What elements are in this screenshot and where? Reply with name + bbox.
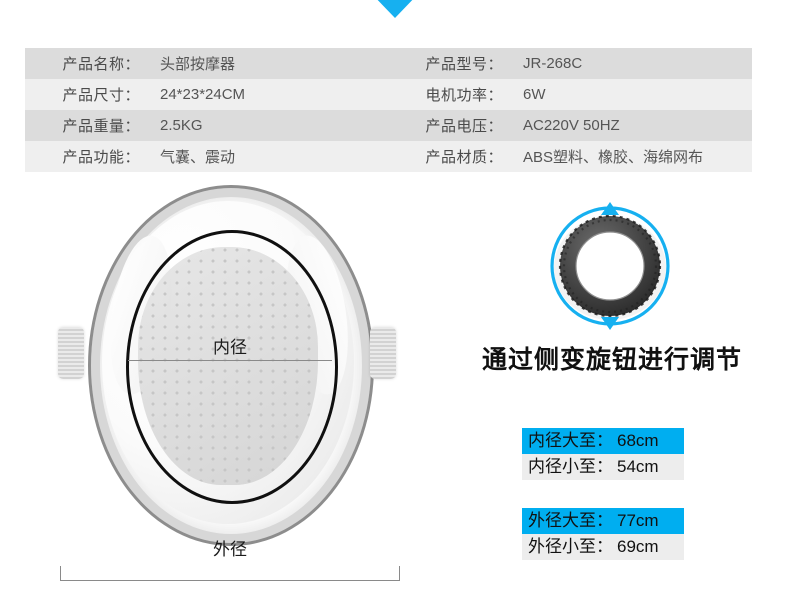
inner-diameter-label: 内径 (213, 338, 247, 357)
measurement-row: 内径小至： 54cm (522, 454, 684, 480)
measurement-value: 77cm (617, 511, 659, 530)
column-gap (365, 79, 383, 110)
measurement-label: 内径大至： (528, 431, 613, 450)
spec-label: 产品电压： (383, 110, 513, 141)
outer-diameter-dimension (60, 563, 400, 581)
spec-label: 电机功率： (383, 79, 513, 110)
side-knob-left[interactable] (58, 327, 84, 379)
adjustment-knob-illustration (525, 192, 695, 337)
spec-value: 2.5KG (150, 110, 365, 141)
knob-caption: 通过侧变旋钮进行调节 (481, 346, 742, 374)
dimension-tick-left (60, 566, 61, 581)
measurement-label: 外径大至： (528, 511, 613, 530)
spec-value: 6W (513, 79, 752, 110)
spec-value: ABS塑料、橡胶、海绵网布 (513, 141, 752, 172)
measurement-value: 68cm (617, 431, 659, 450)
knob-graphic (550, 202, 670, 330)
measurement-label: 内径小至： (528, 457, 613, 476)
table-row: 产品重量： 2.5KG 产品电压： AC220V 50HZ (25, 110, 752, 141)
dimension-tick-right (399, 566, 400, 581)
outer-diameter-measurements: 外径大至： 77cm 外径小至： 69cm (522, 508, 684, 560)
measurement-row: 外径大至： 77cm (522, 508, 684, 534)
spec-value: 头部按摩器 (150, 48, 365, 79)
column-gap (365, 48, 383, 79)
product-detail-page: 产品名称： 头部按摩器 产品型号： JR-268C 产品尺寸： 24*23*24… (0, 0, 790, 611)
table-row: 产品名称： 头部按摩器 产品型号： JR-268C (25, 48, 752, 79)
inner-diameter-measurements: 内径大至： 68cm 内径小至： 54cm (522, 428, 684, 480)
measurement-value: 54cm (617, 457, 659, 476)
spec-label: 产品材质： (383, 141, 513, 172)
spec-label: 产品重量： (25, 110, 150, 141)
dimension-line (60, 580, 400, 581)
spec-label: 产品功能： (25, 141, 150, 172)
column-gap (365, 110, 383, 141)
spec-value: AC220V 50HZ (513, 110, 752, 141)
table-row: 产品功能： 气囊、震动 产品材质： ABS塑料、橡胶、海绵网布 (25, 141, 752, 172)
spec-label: 产品尺寸： (25, 79, 150, 110)
outer-diameter-label: 外径 (213, 540, 247, 559)
inner-diameter-line (128, 360, 332, 361)
spec-label: 产品名称： (25, 48, 150, 79)
side-knob-right[interactable] (370, 327, 396, 379)
measurement-row: 内径大至： 68cm (522, 428, 684, 454)
spec-value: 气囊、震动 (150, 141, 365, 172)
spec-label: 产品型号： (383, 48, 513, 79)
spec-value: 24*23*24CM (150, 79, 365, 110)
triangle-down-icon (370, 0, 420, 18)
massager-diagram: 内径 外径 (40, 175, 410, 581)
measurement-row: 外径小至： 69cm (522, 534, 684, 560)
column-gap (365, 141, 383, 172)
spec-table: 产品名称： 头部按摩器 产品型号： JR-268C 产品尺寸： 24*23*24… (25, 48, 752, 172)
measurement-value: 69cm (617, 537, 659, 556)
table-row: 产品尺寸： 24*23*24CM 电机功率： 6W (25, 79, 752, 110)
measurement-label: 外径小至： (528, 537, 613, 556)
spec-value: JR-268C (513, 48, 752, 79)
mesh-pad (138, 247, 318, 485)
